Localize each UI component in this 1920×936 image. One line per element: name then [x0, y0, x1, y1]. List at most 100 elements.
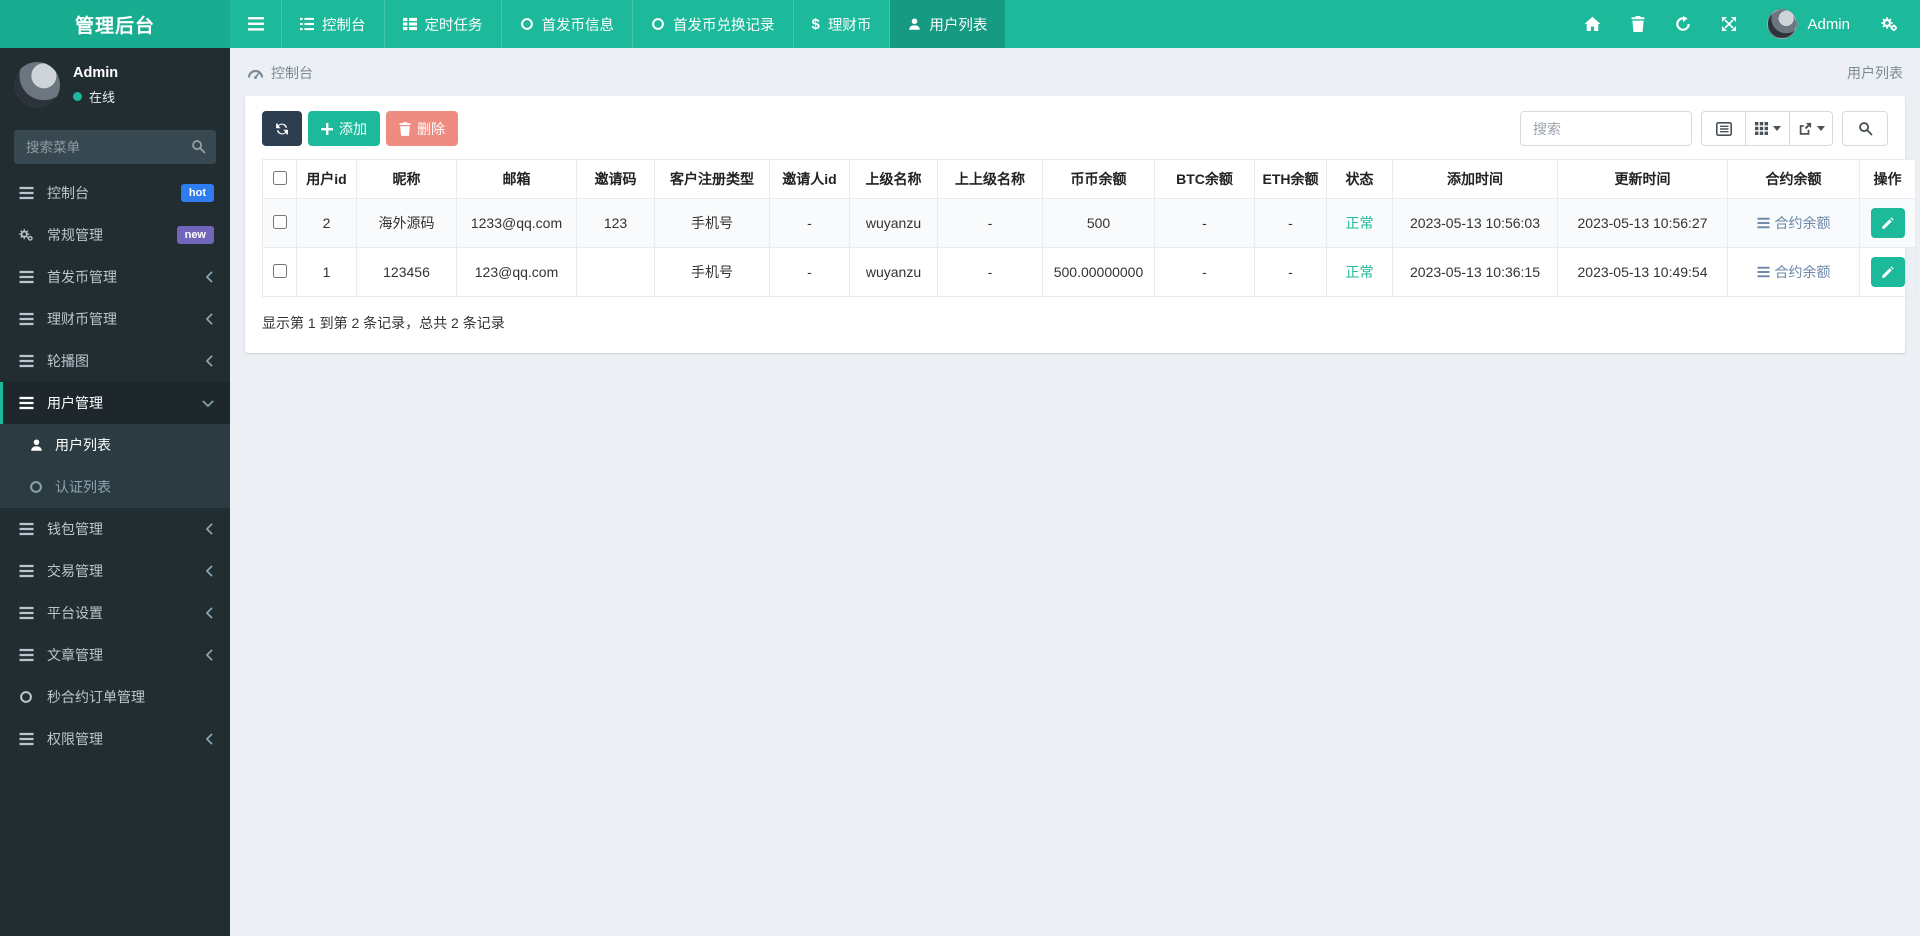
list-icon: [16, 648, 36, 662]
sidebar-toggle-button[interactable]: [230, 0, 282, 48]
sidebar-item-user-list[interactable]: 用户列表: [0, 424, 230, 466]
column-header: 币币余额: [1042, 159, 1155, 199]
column-header: BTC余额: [1154, 159, 1255, 199]
column-header: 邀请人id: [769, 159, 850, 199]
add-button[interactable]: 添加: [308, 111, 380, 146]
top-nav-tabs: 控制台 定时任务 首发币信息 首发币兑换记录 $ 理财币 用户列表: [282, 0, 1007, 48]
sidebar-item-wealth-manage[interactable]: 理财币管理: [0, 298, 230, 340]
content-area: 控制台 用户列表 添加 删除 搜索 用户id 昵称 邮箱 邀请码 客户注册类型 …: [230, 48, 1920, 936]
home-icon[interactable]: [1584, 16, 1601, 32]
inviter-id-cell: -: [769, 198, 850, 248]
sidebar-item-label: 交易管理: [47, 563, 103, 579]
table-search-button[interactable]: [1842, 111, 1888, 146]
delete-button[interactable]: 删除: [386, 111, 458, 146]
list-icon: [300, 17, 314, 31]
list-icon: [16, 564, 36, 578]
page-title: 用户列表: [1847, 65, 1903, 81]
sidebar-item-contract-orders[interactable]: 秒合约订单管理: [0, 676, 230, 718]
nickname-cell: 123456: [356, 247, 457, 297]
list-icon: [16, 732, 36, 746]
sidebar-search-input[interactable]: [14, 130, 216, 164]
nav-tab-ico-exchange[interactable]: 首发币兑换记录: [633, 0, 794, 48]
chevron-left-icon: [205, 607, 214, 619]
created-at-cell: 2023-05-13 10:36:15: [1392, 247, 1558, 297]
contract-balance-link[interactable]: 合约余额: [1757, 213, 1831, 233]
eth-balance-cell: -: [1254, 198, 1327, 248]
username-label: Admin: [1807, 15, 1850, 33]
sidebar-item-label: 钱包管理: [47, 521, 103, 537]
sidebar-item-dashboard[interactable]: 控制台 hot: [0, 172, 230, 214]
sidebar-item-platform-settings[interactable]: 平台设置: [0, 592, 230, 634]
refresh-button[interactable]: [262, 111, 302, 146]
sidebar-item-trade-manage[interactable]: 交易管理: [0, 550, 230, 592]
user-list-card: 添加 删除 搜索 用户id 昵称 邮箱 邀请码 客户注册类型 邀请人id 上级名…: [245, 96, 1916, 353]
dollar-icon: $: [811, 15, 820, 33]
list-icon: [16, 270, 36, 284]
sidebar-item-label: 理财币管理: [47, 311, 117, 327]
export-icon: [1798, 122, 1812, 136]
row-checkbox[interactable]: [272, 214, 287, 229]
list-alt-icon: [1715, 121, 1732, 136]
contract-balance-cell: 合约余额: [1727, 198, 1860, 248]
sidebar-item-label: 首发币管理: [47, 269, 117, 285]
nav-tab-user-list[interactable]: 用户列表: [890, 0, 1007, 48]
sidebar-item-permission-manage[interactable]: 权限管理: [0, 718, 230, 760]
list-icon: [16, 354, 36, 368]
updated-at-cell: 2023-05-13 10:56:27: [1557, 198, 1728, 248]
eth-balance-cell: -: [1254, 247, 1327, 297]
toggle-view-button[interactable]: [1701, 111, 1745, 146]
top-navbar: 管理后台 控制台 定时任务 首发币信息 首发币兑换记录 $ 理财币 用户列表 A…: [0, 0, 1920, 48]
chevron-left-icon: [205, 649, 214, 661]
select-all-checkbox[interactable]: [272, 170, 287, 185]
sidebar-profile: Admin 在线: [0, 48, 230, 118]
search-icon[interactable]: [191, 139, 206, 154]
online-status-label: 在线: [89, 89, 116, 105]
nav-tab-label: 控制台: [322, 17, 366, 34]
sidebar-item-article-manage[interactable]: 文章管理: [0, 634, 230, 676]
pencil-icon: [1881, 265, 1894, 279]
nav-tab-ico-info[interactable]: 首发币信息: [502, 0, 633, 48]
sidebar-item-ico-manage[interactable]: 首发币管理: [0, 256, 230, 298]
trash-icon: [399, 121, 411, 136]
coin-balance-cell: 500.00000000: [1042, 247, 1155, 297]
contract-balance-link[interactable]: 合约余额: [1757, 262, 1831, 282]
table-search-input[interactable]: [1520, 111, 1692, 146]
contract-balance-cell: 合约余额: [1727, 247, 1860, 297]
column-header: 添加时间: [1392, 159, 1558, 199]
export-button[interactable]: [1789, 111, 1833, 146]
trash-icon[interactable]: [1631, 16, 1645, 32]
nav-tab-cron[interactable]: 定时任务: [385, 0, 502, 48]
column-header: 上上级名称: [937, 159, 1043, 199]
action-cell: [1859, 198, 1916, 248]
nickname-cell: 海外源码: [356, 198, 457, 248]
nav-tab-label: 首发币信息: [541, 17, 615, 34]
edit-button[interactable]: [1870, 208, 1905, 238]
sidebar-item-carousel[interactable]: 轮播图: [0, 340, 230, 382]
user-id-cell: 1: [296, 247, 357, 297]
sidebar-item-wallet-manage[interactable]: 钱包管理: [0, 508, 230, 550]
circle-icon: [16, 690, 36, 704]
user-icon: [908, 17, 921, 31]
hot-badge: hot: [180, 184, 214, 202]
sidebar-item-label: 秒合约订单管理: [47, 689, 145, 705]
table-icon: [402, 17, 417, 31]
nav-tab-dashboard[interactable]: 控制台: [282, 0, 385, 48]
chevron-left-icon: [205, 733, 214, 745]
settings-gears-icon[interactable]: [1880, 16, 1898, 32]
columns-button[interactable]: [1745, 111, 1789, 146]
table-row: 2 海外源码 1233@qq.com 123 手机号 - wuyanzu - 5…: [262, 198, 1916, 248]
sidebar-item-general[interactable]: 常规管理 new: [0, 214, 230, 256]
email-cell: 123@qq.com: [456, 247, 577, 297]
sidebar-item-auth-list[interactable]: 认证列表: [0, 466, 230, 508]
clear-cache-icon[interactable]: [1675, 16, 1691, 32]
column-header: 合约余额: [1727, 159, 1860, 199]
sidebar-item-label: 常规管理: [47, 227, 103, 243]
user-menu[interactable]: Admin: [1767, 9, 1850, 39]
sidebar-item-user-manage[interactable]: 用户管理: [0, 382, 230, 424]
list-icon: [1757, 217, 1770, 229]
fullscreen-icon[interactable]: [1721, 16, 1737, 32]
edit-button[interactable]: [1870, 257, 1905, 287]
nav-tab-wealth-coin[interactable]: $ 理财币: [794, 0, 891, 48]
circle-icon: [26, 480, 46, 494]
row-checkbox[interactable]: [272, 263, 287, 278]
